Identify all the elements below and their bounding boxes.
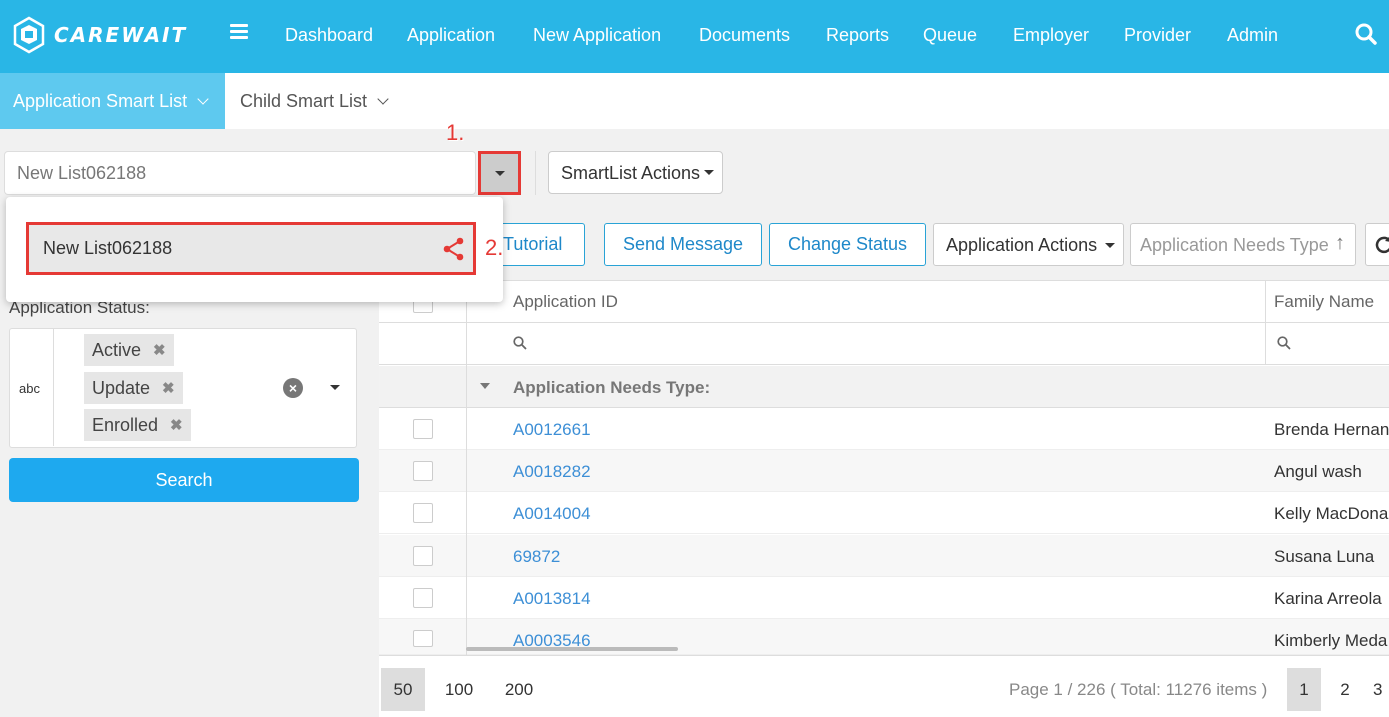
- logo-icon: [13, 16, 45, 54]
- page-size-50[interactable]: 50: [381, 668, 425, 711]
- row-checkbox[interactable]: [413, 630, 433, 647]
- smartlist-option[interactable]: New List062188: [26, 222, 476, 275]
- chevron-down-icon: [377, 93, 389, 105]
- remove-tag-icon[interactable]: ✖: [153, 341, 166, 359]
- column-divider: [466, 280, 467, 655]
- family-name-cell: Susana Luna: [1274, 547, 1375, 566]
- application-id-link[interactable]: A0014004: [513, 504, 591, 524]
- nav-employer[interactable]: Employer: [1013, 25, 1089, 46]
- application-id-link[interactable]: A0012661: [513, 420, 591, 440]
- divider: [535, 151, 536, 195]
- page-2[interactable]: 2: [1330, 668, 1360, 711]
- tag-label: Enrolled: [92, 414, 159, 435]
- remove-tag-icon[interactable]: ✖: [170, 416, 183, 434]
- application-id-link[interactable]: A0018282: [513, 462, 591, 482]
- horizontal-scrollbar[interactable]: [466, 647, 678, 651]
- change-status-button[interactable]: Change Status: [769, 223, 926, 266]
- row-checkbox[interactable]: [413, 588, 433, 608]
- application-actions-dropdown[interactable]: Application Actions: [933, 223, 1124, 266]
- family-name-cell: Brenda Hernan: [1274, 420, 1389, 439]
- caret-down-icon[interactable]: [330, 385, 340, 390]
- refresh-button[interactable]: [1365, 223, 1389, 266]
- caret-down-icon: [1105, 243, 1115, 248]
- grid-filter-row: [379, 323, 1389, 365]
- chevron-down-icon: [197, 93, 209, 105]
- needs-type-group-field[interactable]: Application Needs Type ↑: [1130, 223, 1356, 266]
- tab-child-smart-list[interactable]: Child Smart List: [240, 73, 389, 129]
- search-icon[interactable]: [513, 336, 527, 350]
- nav-admin[interactable]: Admin: [1227, 25, 1278, 46]
- nav-queue[interactable]: Queue: [923, 25, 977, 46]
- tag-label: Active: [92, 339, 142, 360]
- nav-new-application[interactable]: New Application: [533, 25, 661, 46]
- page-size-200[interactable]: 200: [497, 668, 541, 711]
- status-tag-active: Active ✖: [84, 334, 174, 366]
- tab-application-smart-list[interactable]: Application Smart List: [0, 73, 225, 129]
- nav-dashboard[interactable]: Dashboard: [285, 25, 373, 46]
- application-actions-label: Application Actions: [946, 235, 1098, 255]
- row-checkbox[interactable]: [413, 419, 433, 439]
- remove-tag-icon[interactable]: ✖: [162, 379, 175, 397]
- tab-label: Child Smart List: [240, 91, 368, 111]
- row-checkbox[interactable]: [413, 461, 433, 481]
- smartlist-actions-dropdown[interactable]: SmartList Actions: [548, 151, 723, 194]
- nav-reports[interactable]: Reports: [826, 25, 889, 46]
- caret-down-icon: [704, 170, 714, 175]
- family-name-cell: Angul wash: [1274, 462, 1362, 481]
- app-logo[interactable]: CAREWAIT: [12, 16, 187, 54]
- status-tag-enrolled: Enrolled ✖: [84, 409, 191, 441]
- tab-label: Application Smart List: [13, 91, 188, 111]
- smartlist-actions-label: SmartList Actions: [561, 163, 701, 183]
- column-header-family-name[interactable]: Family Name: [1274, 292, 1374, 312]
- page-1[interactable]: 1: [1287, 668, 1321, 711]
- annotation-step-1: 1.: [446, 120, 465, 145]
- search-icon[interactable]: [1354, 22, 1378, 46]
- caret-down-icon: [495, 171, 505, 176]
- collapse-group-icon[interactable]: [480, 383, 490, 389]
- search-button[interactable]: Search: [9, 458, 359, 502]
- sort-arrow-icon[interactable]: ↑: [1335, 232, 1345, 255]
- row-checkbox[interactable]: [413, 503, 433, 523]
- application-id-link[interactable]: 69872: [513, 547, 560, 567]
- column-header-application-id[interactable]: Application ID: [513, 292, 618, 312]
- page-size-100[interactable]: 100: [437, 668, 481, 711]
- menu-icon[interactable]: [230, 24, 248, 40]
- clear-all-icon[interactable]: ×: [283, 378, 303, 398]
- search-icon[interactable]: [1277, 336, 1291, 350]
- status-tag-update: Update ✖: [84, 372, 183, 404]
- brand-name: CAREWAIT: [54, 23, 188, 47]
- group-label: Application Needs Type:: [513, 378, 711, 397]
- smartlist-dropdown-button[interactable]: [478, 151, 521, 195]
- family-name-cell: Kimberly Meda: [1274, 631, 1388, 650]
- smartlist-select[interactable]: New List062188: [4, 151, 476, 195]
- column-divider: [1265, 280, 1266, 365]
- share-icon[interactable]: [443, 237, 467, 263]
- page-3[interactable]: 3: [1373, 668, 1389, 711]
- nav-provider[interactable]: Provider: [1124, 25, 1191, 46]
- tag-label: Update: [92, 377, 151, 398]
- family-name-cell: Kelly MacDona: [1274, 504, 1389, 523]
- family-name-cell: Karina Arreola: [1274, 589, 1382, 608]
- refresh-icon: [1375, 236, 1389, 254]
- nav-application[interactable]: Application: [407, 25, 495, 46]
- nav-documents[interactable]: Documents: [699, 25, 790, 46]
- annotation-step-2: 2.: [485, 235, 504, 260]
- application-id-link[interactable]: A0013814: [513, 589, 591, 609]
- text-type-icon: abc: [9, 328, 54, 446]
- needs-type-placeholder: Application Needs Type: [1140, 235, 1329, 255]
- page-summary: Page 1 / 226 ( Total: 11276 items ): [1009, 680, 1268, 699]
- send-message-button[interactable]: Send Message: [604, 223, 762, 266]
- row-checkbox[interactable]: [413, 546, 433, 566]
- tutorial-button[interactable]: Tutorial: [503, 223, 585, 266]
